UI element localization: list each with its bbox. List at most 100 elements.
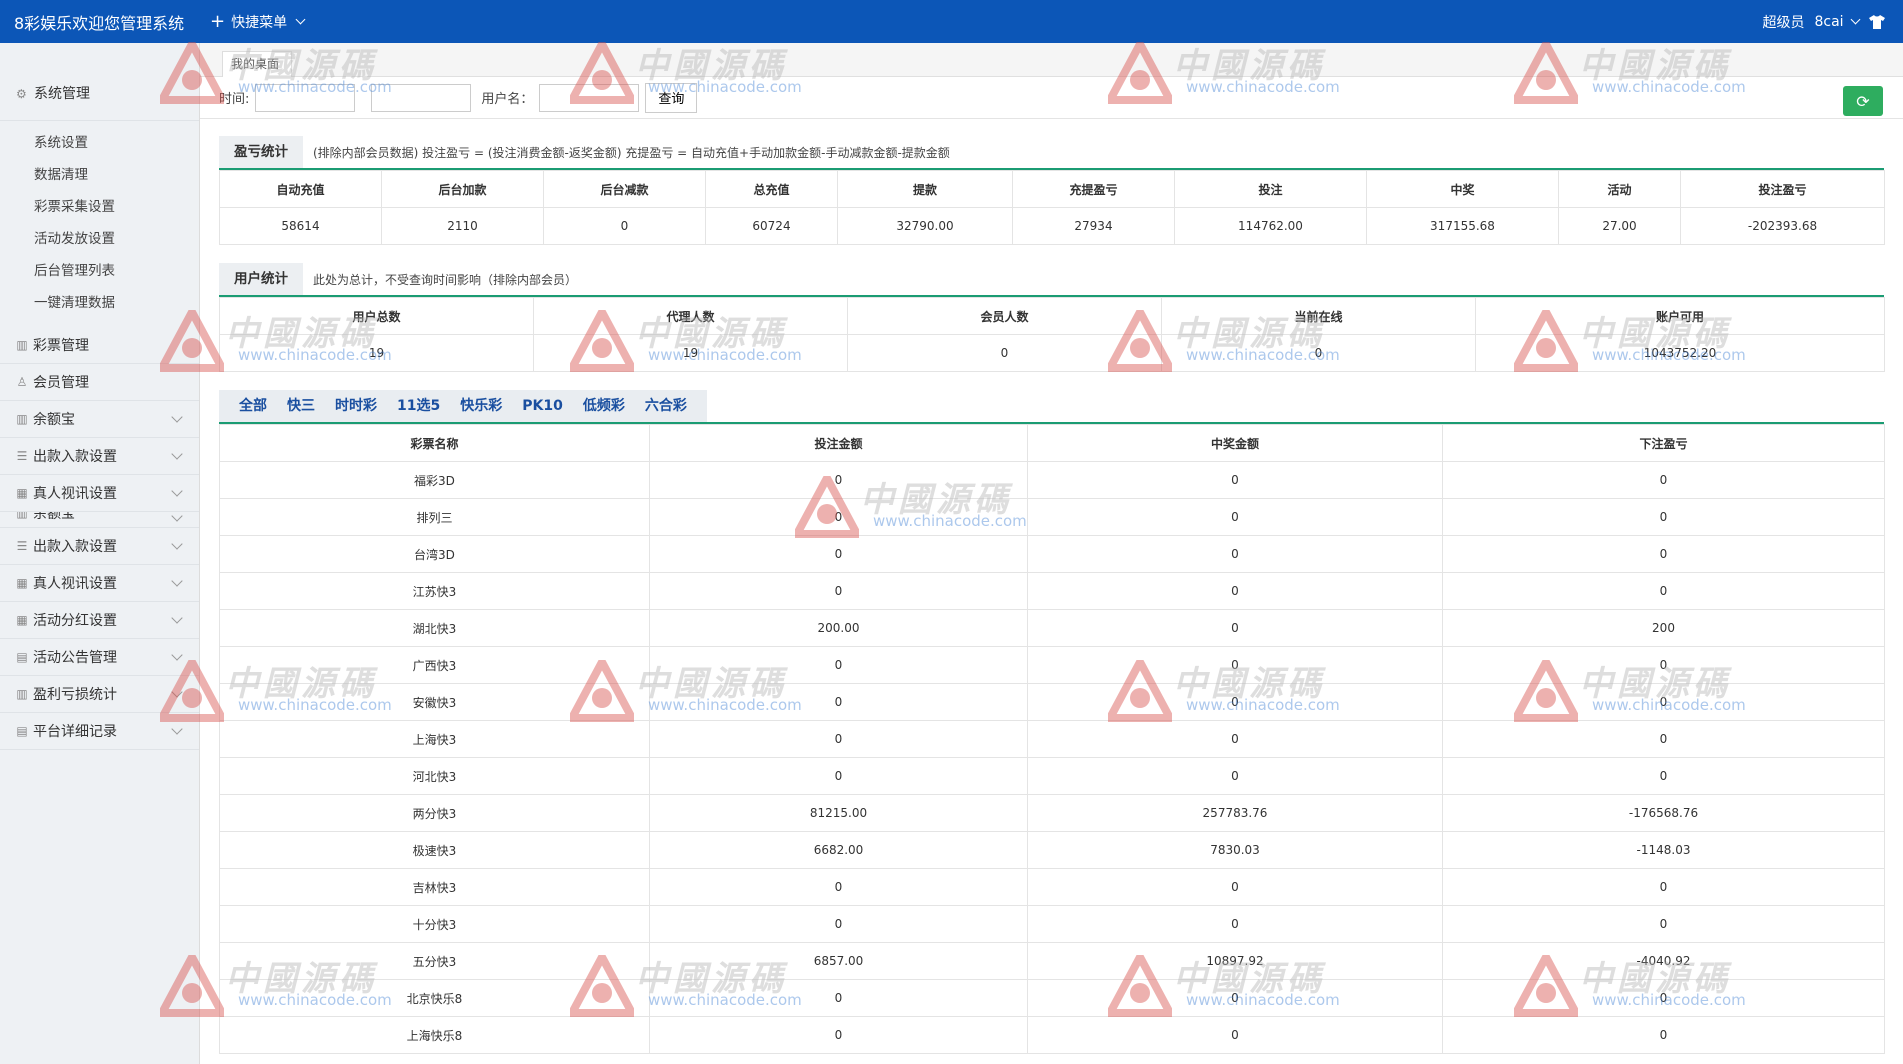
column-header: 投注盈亏: [1680, 170, 1885, 208]
column-header: 后台减款: [543, 170, 706, 208]
lottery-tab[interactable]: 11选5: [387, 390, 450, 422]
table-cell: 台湾3D: [219, 535, 650, 573]
table-row: 五分快3 6857.00 10897.92 -4040.92: [219, 942, 1885, 980]
plus-icon: +: [210, 10, 226, 32]
tab-home[interactable]: 我的桌面: [222, 51, 292, 77]
sidebar-item-system[interactable]: ⚙ 系统管理: [0, 65, 199, 121]
user-stats-table: 用户总数 代理人数 会员人数 当前在线 账户可用 19 19 0 0 1043752.20: [219, 297, 1885, 372]
grid-icon: ▦: [16, 486, 28, 500]
theme-shirt-icon[interactable]: [1869, 14, 1885, 29]
chevron-down-icon: [171, 485, 183, 497]
sidebar-menu-item[interactable]: ▥ 盈利亏损统计: [0, 676, 199, 713]
table-cell: 0: [649, 905, 1028, 943]
table-cell: 0: [1442, 720, 1885, 758]
table-row: 上海快3 0 0 0: [219, 720, 1885, 758]
column-header: 当前在线: [1161, 297, 1476, 335]
table-cell: -4040.92: [1442, 942, 1885, 980]
table-row: 吉林快3 0 0 0: [219, 868, 1885, 906]
chevron-down-icon: [171, 538, 183, 550]
username-input[interactable]: [539, 83, 640, 112]
chevron-down-icon: [171, 612, 183, 624]
start-date-input[interactable]: [255, 83, 356, 112]
sidebar-subitem[interactable]: 后台管理列表: [0, 255, 199, 287]
user-stats-section: 用户统计 此处为总计，不受查询时间影响（排除内部会员） 用户总数 代理人数 会员人数…: [219, 263, 1885, 372]
lottery-tabs: 全部 快三 时时彩 11选5 快乐彩 PK10 低频彩 六合彩: [219, 390, 707, 422]
table-cell: 河北快3: [219, 757, 650, 795]
profit-title: 盈亏统计: [219, 136, 303, 168]
table-cell: 0: [649, 498, 1028, 536]
table-cell: 7830.03: [1027, 831, 1443, 869]
sidebar-item-label: 系统管理: [34, 85, 90, 102]
chart-icon: ▥: [16, 338, 28, 352]
sidebar-subitem[interactable]: 彩票采集设置: [0, 191, 199, 223]
table-cell: 0: [1027, 979, 1443, 1017]
chevron-down-icon: [295, 14, 306, 25]
sidebar-menu-item[interactable]: ▦ 真人视讯设置: [0, 475, 199, 512]
table-cell: 湖北快3: [219, 609, 650, 647]
chevron-down-icon: [171, 686, 183, 698]
lottery-tab[interactable]: 六合彩: [635, 390, 697, 422]
table-cell: 0: [649, 572, 1028, 610]
table-cell: 0: [1442, 1016, 1885, 1054]
sidebar-menu-item[interactable]: ☰ 出款入款设置: [0, 438, 199, 475]
sidebar-menu-item[interactable]: ▦ 真人视讯设置: [0, 565, 199, 602]
list-icon: ☰: [16, 539, 28, 553]
table-cell: 福彩3D: [219, 461, 650, 499]
sidebar-menu-item[interactable]: ▤ 平台详细记录: [0, 713, 199, 750]
lottery-tab[interactable]: 低频彩: [573, 390, 635, 422]
column-header: 代理人数: [533, 297, 848, 335]
table-cell: 0: [649, 868, 1028, 906]
quick-menu-button[interactable]: + 快捷菜单: [210, 10, 306, 32]
sidebar-menu-item[interactable]: ♙ 会员管理: [0, 364, 199, 401]
search-bar: 时间: 用户名： 查询: [200, 77, 1903, 119]
user-menu[interactable]: 8cai: [1814, 14, 1861, 30]
query-button[interactable]: 查询: [645, 82, 698, 113]
sidebar-item-partial[interactable]: ▥ 余额宝: [0, 512, 199, 528]
app-title: 8彩娱乐欢迎您管理系统: [14, 13, 185, 33]
table-cell: 0: [1027, 905, 1443, 943]
refresh-icon: ⟳: [1856, 91, 1870, 111]
table-row: 安徽快3 0 0 0: [219, 683, 1885, 721]
table-cell: 0: [649, 646, 1028, 684]
lottery-tab[interactable]: PK10: [512, 390, 573, 422]
main-content: 我的桌面 时间: 用户名： 查询 ⟳ 盈亏统计 (排除内部会员数据) 投注盈亏 …: [200, 43, 1903, 1064]
table-cell: 0: [649, 979, 1028, 1017]
sidebar-menu-item[interactable]: ▤ 活动公告管理: [0, 639, 199, 676]
table-row: 台湾3D 0 0 0: [219, 535, 1885, 573]
chart-icon: ▥: [16, 512, 28, 520]
lottery-tab[interactable]: 快乐彩: [450, 390, 512, 422]
table-cell: 10897.92: [1027, 942, 1443, 980]
sidebar: ⚙ 系统管理 系统设置 数据清理 彩票采集设置 活动发放设置 后台管理列表 一键清理数据 …: [0, 43, 200, 1064]
profit-table: 自动充值 后台加款 后台减款 总充值 提款 充提盈亏 投注 中奖 活动 投注盈亏 58614 211…: [219, 170, 1885, 245]
sidebar-subitem[interactable]: 一键清理数据: [0, 287, 199, 319]
sidebar-subitem[interactable]: 数据清理: [0, 159, 199, 191]
table-cell: 0: [649, 720, 1028, 758]
table-cell: 0: [1027, 498, 1443, 536]
sidebar-menu-item[interactable]: ▦ 活动分红设置: [0, 602, 199, 639]
sidebar-menu-item[interactable]: ▥ 彩票管理: [0, 327, 199, 364]
lottery-tab[interactable]: 快三: [277, 390, 325, 422]
table-cell: 0: [649, 757, 1028, 795]
refresh-button[interactable]: ⟳: [1843, 86, 1883, 116]
lottery-section: 全部 快三 时时彩 11选5 快乐彩 PK10 低频彩 六合彩 彩票名称 投注金额 中奖金额 下注盈…: [219, 390, 1885, 1054]
table-cell: 0: [1442, 461, 1885, 499]
table-cell: 上海快3: [219, 720, 650, 758]
sidebar-menu-item[interactable]: ☰ 出款入款设置: [0, 528, 199, 565]
table-cell: 0: [1027, 461, 1443, 499]
table-row: 极速快3 6682.00 7830.03 -1148.03: [219, 831, 1885, 869]
lottery-tab[interactable]: 时时彩: [325, 390, 387, 422]
sidebar-item-label: 盈利亏损统计: [33, 687, 117, 703]
table-cell: 安徽快3: [219, 683, 650, 721]
lottery-tab[interactable]: 全部: [229, 390, 277, 422]
table-cell: 两分快3: [219, 794, 650, 832]
column-header: 中奖: [1366, 170, 1559, 208]
chevron-down-icon: [171, 723, 183, 735]
sidebar-menu-item[interactable]: ▥ 余额宝: [0, 401, 199, 438]
sidebar-subitem[interactable]: 活动发放设置: [0, 223, 199, 255]
table-row: 北京快乐8 0 0 0: [219, 979, 1885, 1017]
column-header: 后台加款: [381, 170, 544, 208]
end-date-input[interactable]: [371, 83, 472, 112]
user-stats-note: 此处为总计，不受查询时间影响（排除内部会员）: [313, 273, 578, 287]
sidebar-subitem[interactable]: 系统设置: [0, 127, 199, 159]
table-cell: 200: [1442, 609, 1885, 647]
